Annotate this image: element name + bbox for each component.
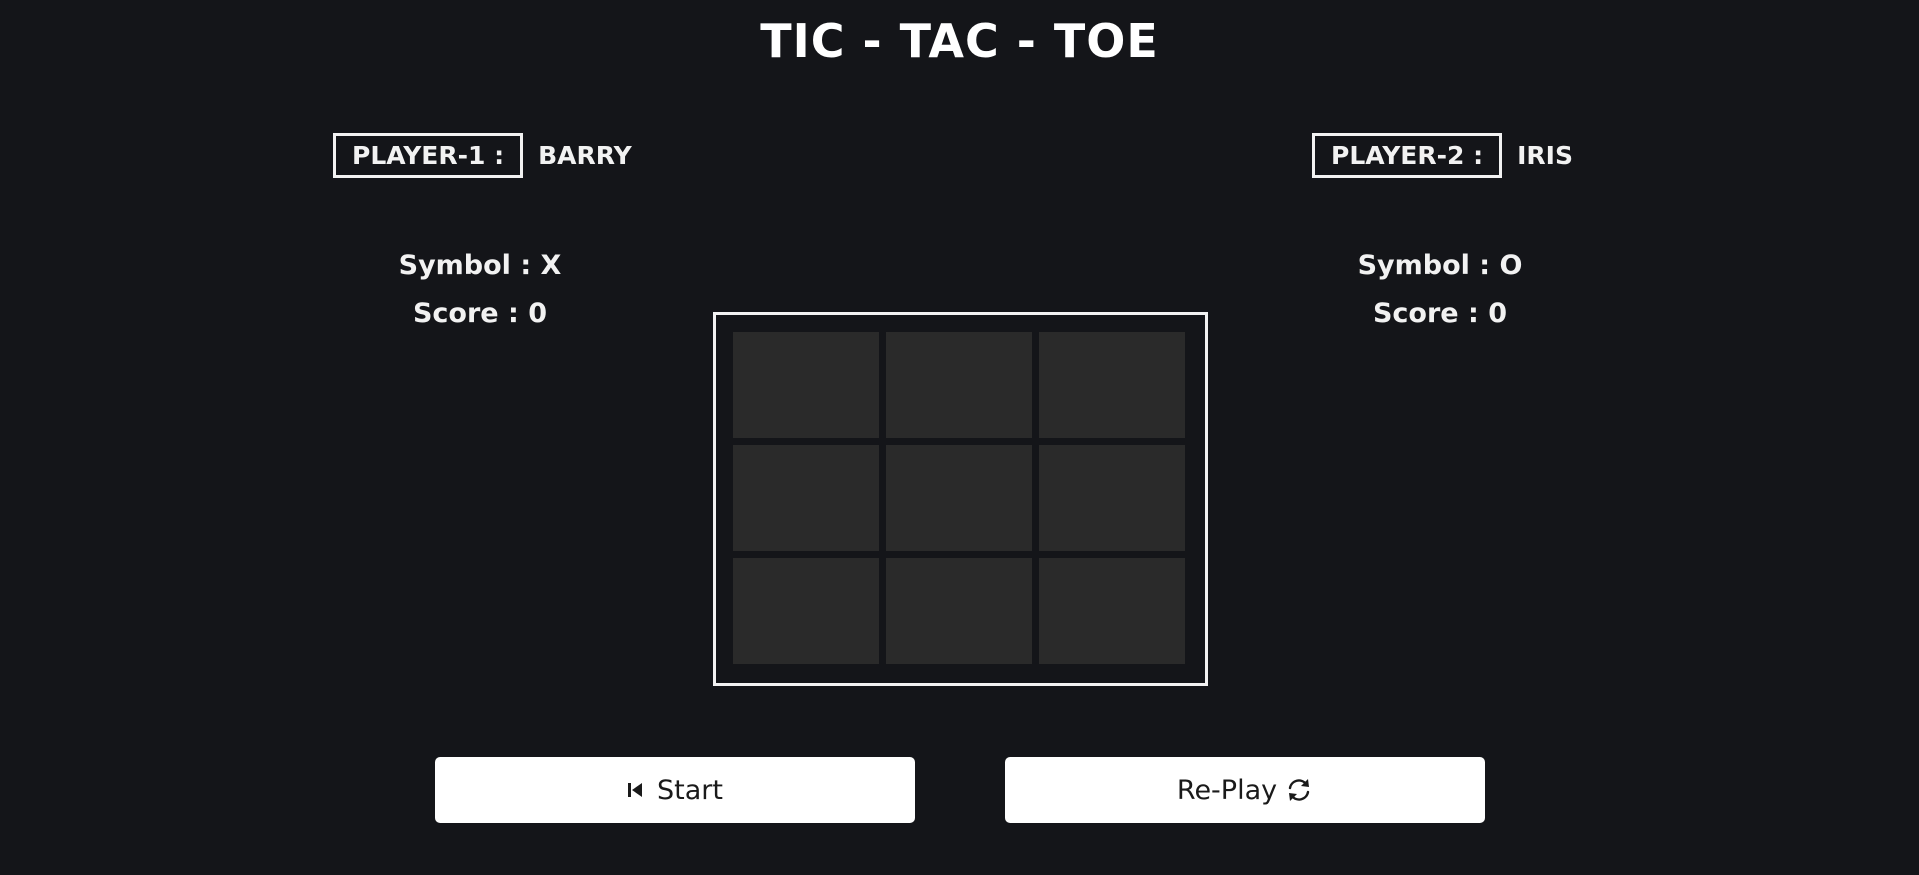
start-button[interactable]: Start: [435, 757, 915, 823]
player-2-symbol: Symbol : O: [1357, 250, 1523, 281]
board-cell[interactable]: [1039, 332, 1185, 438]
player-1-score: Score : 0: [412, 298, 547, 329]
player-2-label: PLAYER-2 :: [1312, 133, 1503, 178]
player-2-name: IRIS: [1517, 141, 1573, 170]
board-cell[interactable]: [733, 558, 879, 664]
start-button-label: Start: [657, 774, 723, 806]
replay-button[interactable]: Re-Play: [1005, 757, 1485, 823]
board-cell[interactable]: [886, 445, 1032, 551]
player-1-symbol: Symbol : X: [398, 250, 562, 281]
player-2-score: Score : 0: [1372, 298, 1507, 329]
board-cell[interactable]: [733, 332, 879, 438]
player-1-stats: Symbol : X Score : 0: [340, 248, 620, 344]
replay-button-label: Re-Play: [1176, 774, 1278, 806]
player-1-name: BARRY: [538, 141, 632, 170]
board-cell[interactable]: [886, 332, 1032, 438]
board-cell[interactable]: [1039, 445, 1185, 551]
player-1-label: PLAYER-1 :: [333, 133, 524, 178]
player-1-header: PLAYER-1 : BARRY: [333, 133, 632, 178]
player-2-header: PLAYER-2 : IRIS: [1312, 133, 1573, 178]
page-title: TIC - TAC - TOE: [760, 14, 1159, 68]
skip-back-icon: [627, 781, 643, 799]
game-page: TIC - TAC - TOE PLAYER-1 : BARRY PLAYER-…: [0, 0, 1919, 875]
board-grid: [733, 332, 1185, 664]
refresh-icon: [1285, 776, 1313, 804]
game-board: [713, 312, 1208, 686]
board-cell[interactable]: [1039, 558, 1185, 664]
player-2-stats: Symbol : O Score : 0: [1300, 248, 1580, 344]
board-cell[interactable]: [733, 445, 879, 551]
board-cell[interactable]: [886, 558, 1032, 664]
